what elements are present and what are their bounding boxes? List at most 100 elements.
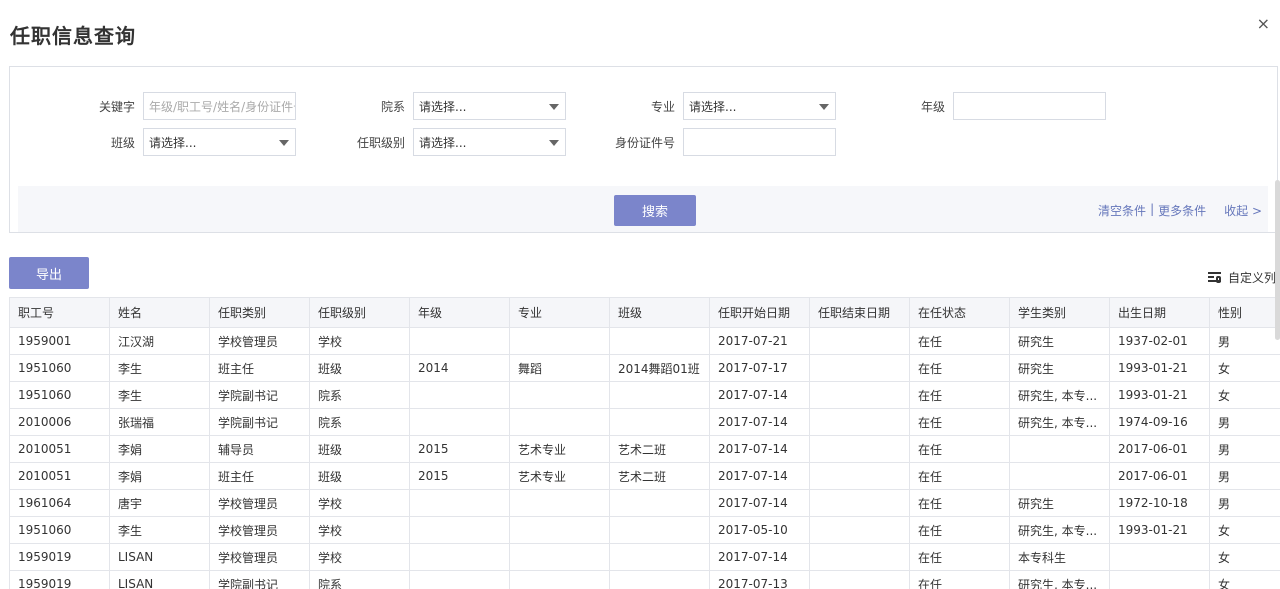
column-header[interactable]: 姓名 xyxy=(109,297,210,328)
table-row[interactable]: 2010051 李娟 班主任 班级 2015 艺术专业 艺术二班 2017-07-14 在任 20… xyxy=(9,462,1280,490)
table-cell: 在任 xyxy=(909,570,1010,589)
column-header[interactable]: 出生日期 xyxy=(1109,297,1210,328)
table-cell: 女 xyxy=(1209,543,1280,571)
column-header[interactable]: 任职级别 xyxy=(309,297,410,328)
table-cell xyxy=(609,381,710,409)
table-row[interactable]: 1961064 唐宇 学校管理员 学校 2017-07-14 在任 研究生 1972-10-1… xyxy=(9,489,1280,517)
table-cell: 在任 xyxy=(909,435,1010,463)
table-cell: 2010051 xyxy=(9,462,110,490)
table-cell: 2015 xyxy=(409,462,510,490)
id-number-input[interactable] xyxy=(683,128,836,156)
level-select-value: 请选择... xyxy=(419,135,467,150)
table-cell: 研究生, 本专... xyxy=(1009,381,1110,409)
table-cell: 李娟 xyxy=(109,462,210,490)
table-row[interactable]: 1951060 李生 学校管理员 学校 2017-05-10 在任 研究生, 本专... 19… xyxy=(9,516,1280,544)
column-header[interactable]: 在任状态 xyxy=(909,297,1010,328)
table-cell: 研究生 xyxy=(1009,354,1110,382)
more-conditions-link[interactable]: 更多条件 xyxy=(1158,202,1206,219)
table-cell: 1959019 xyxy=(9,543,110,571)
table-cell: 2014 xyxy=(409,354,510,382)
table-cell: 学校管理员 xyxy=(209,516,310,544)
collapse-link[interactable]: 收起 > xyxy=(1224,202,1262,219)
table-cell xyxy=(409,381,510,409)
table-cell: 1993-01-21 xyxy=(1109,354,1210,382)
table-row[interactable]: 1959019 LISAN 学校管理员 学校 2017-07-14 在任 本专科生 女 xyxy=(9,543,1280,571)
table-cell: 男 xyxy=(1209,408,1280,436)
table-cell: 1951060 xyxy=(9,354,110,382)
department-select[interactable]: 请选择... xyxy=(413,92,566,120)
level-select[interactable]: 请选择... xyxy=(413,128,566,156)
table-cell: 在任 xyxy=(909,543,1010,571)
table-cell: 研究生 xyxy=(1009,489,1110,517)
table-cell: 研究生, 本专... xyxy=(1009,570,1110,589)
table-row[interactable]: 1959001 江汉湖 学校管理员 学校 2017-07-21 在任 研究生 1937-02-… xyxy=(9,327,1280,355)
grade-input[interactable] xyxy=(953,92,1106,120)
table-row[interactable]: 1959019 LISAN 学院副书记 院系 2017-07-13 在任 研究生, 本专..… xyxy=(9,570,1280,589)
column-header[interactable]: 任职开始日期 xyxy=(709,297,810,328)
keyword-input[interactable]: 年级/职工号/姓名/身份证件号 xyxy=(143,92,296,120)
column-header[interactable]: 任职类别 xyxy=(209,297,310,328)
column-header[interactable]: 性别 xyxy=(1209,297,1280,328)
column-header[interactable]: 职工号 xyxy=(9,297,110,328)
custom-columns-button[interactable]: 自定义列 xyxy=(1207,269,1276,286)
table-cell: 2017-07-14 xyxy=(709,489,810,517)
export-button[interactable]: 导出 xyxy=(9,257,89,289)
table-cell: 2017-07-14 xyxy=(709,543,810,571)
major-select[interactable]: 请选择... xyxy=(683,92,836,120)
table-cell: 李生 xyxy=(109,354,210,382)
table-cell: 在任 xyxy=(909,327,1010,355)
table-cell: 男 xyxy=(1209,489,1280,517)
table-row[interactable]: 2010006 张瑞福 学院副书记 院系 2017-07-14 在任 研究生, 本专... 1… xyxy=(9,408,1280,436)
table-cell xyxy=(409,327,510,355)
table-cell: 在任 xyxy=(909,489,1010,517)
table-cell xyxy=(409,516,510,544)
table-cell: 女 xyxy=(1209,516,1280,544)
table-cell xyxy=(609,408,710,436)
class-select[interactable]: 请选择... xyxy=(143,128,296,156)
filter-links: 清空条件 | 更多条件 收起 > xyxy=(1098,202,1262,219)
table-cell: 1937-02-01 xyxy=(1109,327,1210,355)
table-row[interactable]: 1951060 李生 学院副书记 院系 2017-07-14 在任 研究生, 本专... 19… xyxy=(9,381,1280,409)
table-cell: 女 xyxy=(1209,570,1280,589)
table-cell xyxy=(409,543,510,571)
table-cell: 院系 xyxy=(309,408,410,436)
filter-panel: 关键字 年级/职工号/姓名/身份证件号 院系 请选择... 专业 请选择... … xyxy=(9,66,1278,233)
clear-conditions-link[interactable]: 清空条件 xyxy=(1098,202,1146,219)
table-cell: 2017-07-13 xyxy=(709,570,810,589)
table-cell xyxy=(509,570,610,589)
class-select-value: 请选择... xyxy=(149,135,197,150)
column-header[interactable]: 专业 xyxy=(509,297,610,328)
vertical-scrollbar[interactable] xyxy=(1275,180,1280,340)
major-select-value: 请选择... xyxy=(689,99,737,114)
table-cell xyxy=(809,354,910,382)
column-header[interactable]: 班级 xyxy=(609,297,710,328)
table-cell: 艺术专业 xyxy=(509,435,610,463)
table-cell: 2017-07-14 xyxy=(709,435,810,463)
table-cell xyxy=(809,516,910,544)
table-cell: 学校 xyxy=(309,489,410,517)
table-row[interactable]: 1951060 李生 班主任 班级 2014 舞蹈 2014舞蹈01班 2017-07-17 在… xyxy=(9,354,1280,382)
chevron-down-icon xyxy=(549,140,559,146)
table-cell xyxy=(509,408,610,436)
table-cell: 在任 xyxy=(909,381,1010,409)
table-cell: 研究生, 本专... xyxy=(1009,516,1110,544)
table-cell: 男 xyxy=(1209,435,1280,463)
column-header[interactable]: 学生类别 xyxy=(1009,297,1110,328)
close-icon[interactable]: × xyxy=(1257,14,1270,33)
table-row[interactable]: 2010051 李娟 辅导员 班级 2015 艺术专业 艺术二班 2017-07-14 在任 20… xyxy=(9,435,1280,463)
level-label: 任职级别 xyxy=(356,135,405,150)
table-cell xyxy=(809,462,910,490)
table-cell: 学校 xyxy=(309,327,410,355)
column-header[interactable]: 任职结束日期 xyxy=(809,297,910,328)
table-cell: 学校管理员 xyxy=(209,543,310,571)
table-cell: 艺术二班 xyxy=(609,435,710,463)
table-cell: 学校 xyxy=(309,543,410,571)
table-cell: 班主任 xyxy=(209,462,310,490)
chevron-down-icon xyxy=(279,140,289,146)
table-cell: 男 xyxy=(1209,327,1280,355)
table-cell: 2010006 xyxy=(9,408,110,436)
table-cell: 学院副书记 xyxy=(209,570,310,589)
table-cell: 2017-06-01 xyxy=(1109,462,1210,490)
column-header[interactable]: 年级 xyxy=(409,297,510,328)
search-button[interactable]: 搜索 xyxy=(614,195,696,226)
